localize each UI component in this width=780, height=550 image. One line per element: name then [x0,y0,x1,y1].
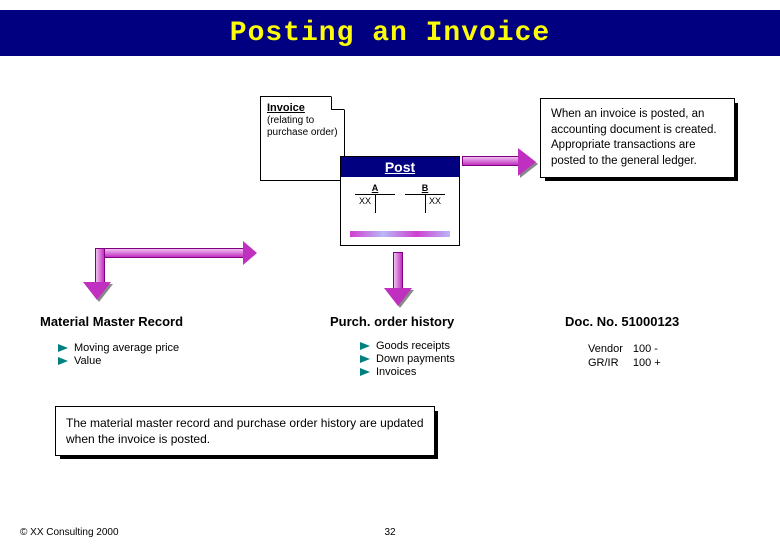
triangle-bullet-icon [360,355,370,363]
slide-title: Posting an Invoice [230,18,550,49]
invoice-document: Invoice (relating to purchase order) [260,96,345,181]
ledger-row: Vendor100 - [588,343,669,355]
gradient-bar [350,231,450,237]
triangle-bullet-icon [360,368,370,376]
arrow-left-vert [95,248,105,284]
page-number: 32 [384,527,395,538]
arrow-left-head [83,282,111,300]
t-account-a: A XX [355,183,395,206]
note-box: The material master record and purchase … [55,406,435,456]
arrow-right-shaft [462,156,520,166]
info-box: When an invoice is posted, an accounting… [540,98,735,178]
arrow-center-head [384,288,412,306]
arrow-left-origin [243,241,257,265]
invoice-heading: Invoice [267,102,305,114]
doc-number: Doc. No. 51000123 [565,314,679,329]
invoice-subtext: (relating to purchase order) [267,115,338,138]
ledger-table: Vendor100 - GR/IR100 + [586,341,671,371]
material-master-list: Moving average price Value [58,341,179,368]
title-bar: Posting an Invoice [0,10,780,56]
page-fold-icon [331,96,345,110]
copyright: © XX Consulting 2000 [20,527,119,538]
ledger-row: GR/IR100 + [588,357,669,369]
po-history-list: Goods receipts Down payments Invoices [360,339,455,379]
list-item: Moving average price [58,342,179,354]
arrow-left-shaft [100,248,245,258]
list-item: Down payments [360,353,455,365]
list-item: Invoices [360,366,455,378]
list-item: Value [58,355,179,367]
info-text: When an invoice is posted, an accounting… [551,108,720,167]
arrow-center-shaft [393,252,403,290]
t-account-b: B XX [405,183,445,206]
diagram-canvas: Invoice (relating to purchase order) Pos… [0,56,780,496]
list-item: Goods receipts [360,340,455,352]
triangle-bullet-icon [58,357,68,365]
triangle-bullet-icon [58,344,68,352]
material-master-title: Material Master Record [40,314,183,329]
arrow-right-head [518,148,536,176]
post-label: Post [341,157,459,177]
note-text: The material master record and purchase … [66,416,424,446]
po-history-title: Purch. order history [330,314,454,329]
triangle-bullet-icon [360,342,370,350]
